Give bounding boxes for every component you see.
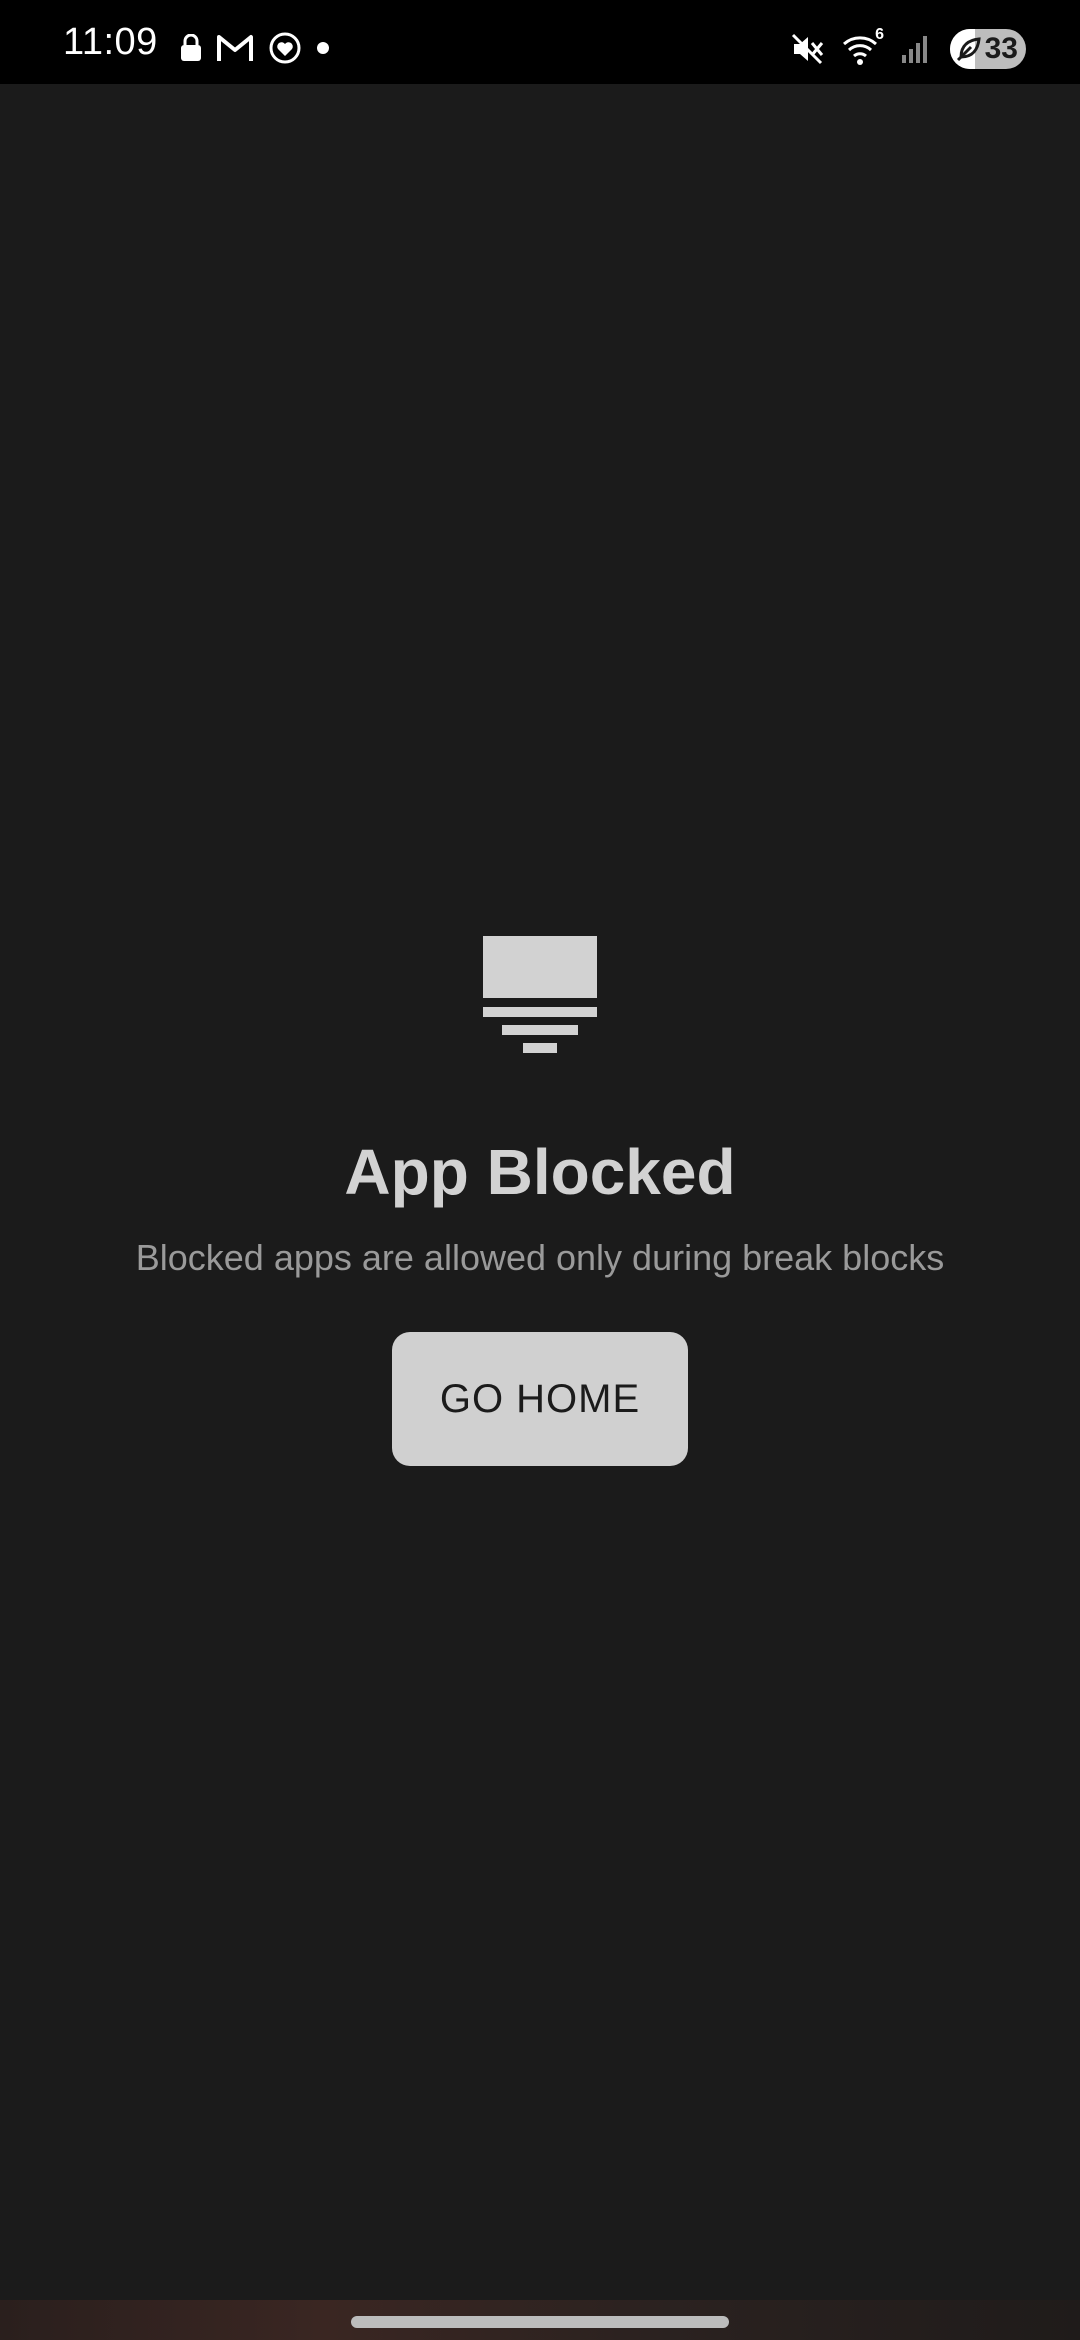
app-blocked-screen: 11:09 6 33 App Blocked Blocked apps are … bbox=[0, 0, 1080, 2340]
block-screen-icon bbox=[483, 936, 597, 1053]
vibrate-mute-icon bbox=[790, 32, 824, 66]
notification-dot-icon bbox=[316, 41, 330, 55]
page-title: App Blocked bbox=[344, 1136, 736, 1208]
page-subtitle: Blocked apps are allowed only during bre… bbox=[135, 1237, 945, 1278]
wifi-badge: 6 bbox=[875, 26, 884, 43]
blocked-content: App Blocked Blocked apps are allowed onl… bbox=[0, 84, 1080, 2284]
wifi-6-icon: 6 bbox=[842, 26, 884, 66]
status-right-icons: 6 33 bbox=[790, 26, 1026, 70]
home-gesture-handle[interactable] bbox=[351, 2316, 729, 2328]
battery-level: 33 bbox=[984, 32, 1018, 65]
heart-circle-icon bbox=[268, 31, 302, 65]
status-time: 11:09 bbox=[63, 21, 158, 63]
lock-icon bbox=[180, 34, 202, 62]
cell-signal-icon bbox=[900, 33, 932, 65]
status-bar: 11:09 6 33 bbox=[0, 0, 1080, 84]
battery-indicator: 33 bbox=[950, 29, 1026, 69]
go-home-button[interactable]: GO HOME bbox=[392, 1332, 688, 1466]
battery-saver-icon bbox=[955, 35, 983, 63]
gesture-nav-area bbox=[0, 2300, 1080, 2340]
gmail-icon bbox=[216, 33, 254, 63]
status-left-icons bbox=[180, 30, 330, 66]
